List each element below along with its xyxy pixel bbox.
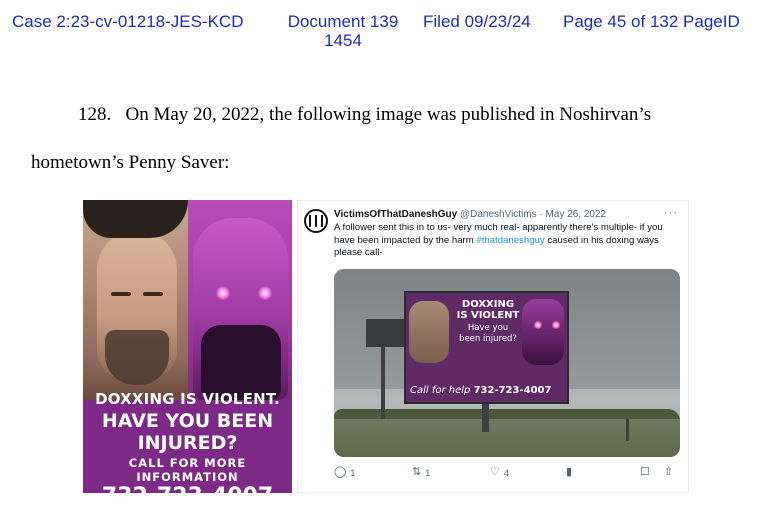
penny-saver-ad-image: DOXXING IS VIOLENT. HAVE YOU BEEN INJURE…	[83, 200, 292, 493]
ad-text-block: DOXXING IS VIOLENT. HAVE YOU BEEN INJURE…	[83, 390, 292, 493]
logo-icon	[309, 215, 323, 227]
document-number-line: Document 139	[287, 12, 399, 31]
billboard-line-1: DOXXING	[461, 299, 515, 310]
bookmark-icon: ☐	[640, 466, 650, 478]
glowing-eye-icon	[552, 321, 560, 329]
billboard-face-left	[409, 301, 449, 363]
share-icon: ⇧	[664, 466, 674, 478]
billboard-call-text: Call for help	[410, 385, 471, 396]
ad-question: HAVE YOU BEEN INJURED?	[101, 410, 274, 454]
heart-icon: ♡	[490, 466, 500, 478]
tweet-author-name[interactable]: VictimsOfThatDaneshGuy	[334, 209, 457, 220]
billboard: DOXXING IS VIOLENT Have you been injured…	[404, 291, 569, 404]
retweet-count: 1	[425, 467, 431, 478]
views-button[interactable]: ▮	[566, 467, 572, 478]
hashtag-link[interactable]: #thatdaneshguy	[476, 235, 544, 246]
glowing-eye-icon	[216, 286, 230, 300]
reply-icon: ◯	[334, 466, 347, 478]
tweet-handle-date: @DaneshVictims · May 26, 2022	[459, 209, 607, 220]
billboard-text: DOXXING IS VIOLENT Have you been injured…	[450, 299, 526, 345]
ad-brow	[111, 292, 131, 296]
billboard-phone: 732-723-4007	[473, 385, 552, 396]
glowing-eye-icon	[534, 321, 542, 329]
like-button[interactable]: ♡ 4	[490, 467, 509, 478]
retweet-icon: ⇅	[412, 466, 422, 478]
ad-beard-left	[105, 330, 169, 385]
ad-headline: DOXXING IS VIOLENT.	[95, 390, 280, 408]
billboard-line-2: IS VIOLENT	[456, 310, 520, 321]
billboard-pole	[381, 347, 385, 419]
background-billboard	[366, 319, 406, 347]
paragraph-line-1: 128. On May 20, 2022, the following imag…	[78, 104, 652, 125]
page-number: Page 45 of 132 PageID	[563, 12, 740, 31]
bar-chart-icon: ▮	[566, 466, 573, 478]
tweet-text: A follower sent this in to us- very much…	[334, 222, 680, 260]
reply-count: 1	[350, 467, 356, 478]
tweet-card: VictimsOfThatDaneshGuy @DaneshVictims · …	[297, 200, 689, 493]
billboard-pole	[482, 402, 489, 432]
retweet-button[interactable]: ⇅ 1	[412, 467, 430, 478]
like-count: 4	[503, 467, 509, 478]
avatar[interactable]	[304, 209, 328, 233]
glowing-eye-icon	[258, 286, 272, 300]
tweet-media-photo[interactable]: DOXXING IS VIOLENT Have you been injured…	[334, 269, 680, 457]
document-number: Document 139 1454	[283, 12, 403, 50]
tweet-actions: ◯ 1 ⇅ 1 ♡ 4 ▮ ☐ ⇧	[334, 467, 680, 481]
billboard-face-right	[522, 299, 564, 365]
sign-post	[626, 419, 629, 441]
paragraph-line-2: hometown’s Penny Saver:	[31, 152, 230, 173]
billboard-line-3: Have you	[467, 323, 509, 333]
ad-phone: 732-723-4007	[83, 484, 292, 493]
billboard-call-line: Call for help 732-723-4007	[410, 385, 567, 396]
billboard-line-4: been injured?	[459, 334, 517, 344]
ad-beard-right	[201, 325, 281, 400]
ad-brow	[143, 292, 163, 296]
case-number: Case 2:23-cv-01218-JES-KCD	[12, 12, 244, 31]
bookmark-button[interactable]: ☐	[640, 467, 650, 478]
reply-button[interactable]: ◯ 1	[334, 467, 355, 478]
share-button[interactable]: ⇧	[664, 467, 673, 478]
more-options-icon[interactable]: ···	[664, 207, 678, 219]
filed-date: Filed 09/23/24	[423, 12, 531, 31]
court-filing-header: Case 2:23-cv-01218-JES-KCD Document 139 …	[0, 12, 770, 52]
ad-call-line: CALL FOR MORE INFORMATION	[128, 456, 247, 484]
tweet-header: VictimsOfThatDaneshGuy @DaneshVictims · …	[334, 209, 606, 220]
page-id-number: 1454	[324, 31, 362, 50]
